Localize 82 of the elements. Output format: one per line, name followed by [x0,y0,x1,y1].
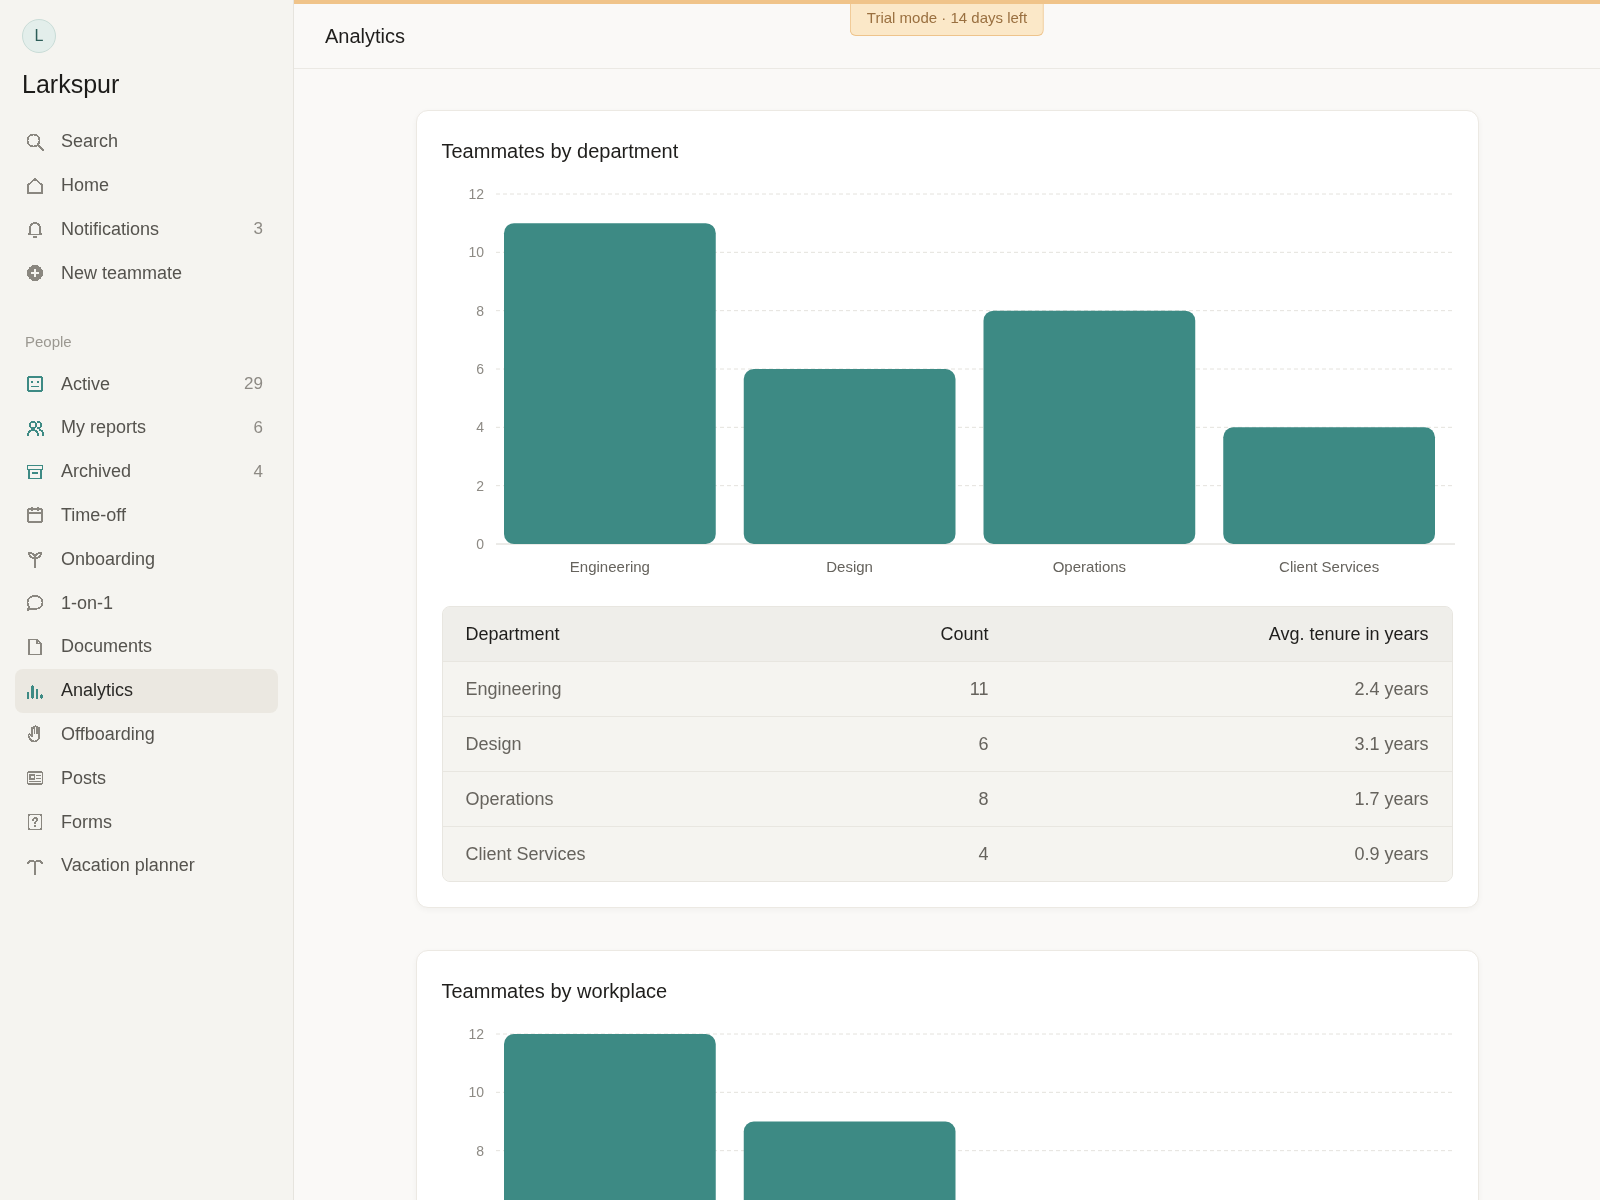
sidebar-item-label: Vacation planner [61,855,196,877]
bell-icon [25,219,45,240]
sidebar-item-label: Forms [61,811,113,833]
sidebar-item[interactable]: Notifications 3 [15,207,278,252]
square-face-icon [25,374,45,395]
table-cell-text: Operations [465,788,555,810]
sidebar-item[interactable]: Onboarding [15,537,278,582]
sidebar-item-label: Home [61,175,110,197]
column-header: Department [465,623,561,645]
page-title: Analytics [325,24,406,48]
table-cell-text: Client Services [465,843,587,865]
table-cell-text: 3.1 years [1353,733,1429,755]
x-axis-label: Operations [1052,558,1126,575]
x-axis-label: Client Services [1278,558,1379,575]
speech-bubble-icon [25,593,45,614]
table-cell-text: 11 [968,678,989,700]
sidebar-item[interactable]: Active 29 [15,362,278,406]
sidebar-item[interactable]: Documents [15,624,278,669]
sidebar-item[interactable]: Vacation planner [15,843,278,888]
sidebar-item-label: Offboarding [61,723,156,745]
document-icon [25,636,45,657]
item-count: 4 [253,461,263,482]
sidebar-item[interactable]: Archived 4 [15,449,278,494]
search-icon [25,131,45,152]
item-count: 6 [253,417,263,438]
sidebar-item[interactable]: Offboarding [15,712,278,757]
sidebar-item-label: Posts [61,767,108,789]
plus-circle-icon [25,263,45,284]
column-header: Avg. tenure in years [1267,623,1429,645]
sidebar-item[interactable]: Search [15,120,278,164]
avatar[interactable]: L [22,19,56,53]
item-count: 3 [253,219,263,240]
card-title: Teammates by department [441,140,680,163]
sidebar-item[interactable]: New teammate [15,251,278,296]
calendar-icon [25,505,45,526]
sidebar-item[interactable]: Forms [15,800,278,844]
workspace-name: Larkspur [22,70,121,99]
sidebar-item-label: Documents [61,636,154,658]
y-tick-label: 6 [475,361,484,377]
sidebar-item-label: Notifications [61,219,161,240]
table-cell-text: 6 [977,733,989,755]
x-axis-label: Engineering [569,558,650,575]
card-title: Teammates by workplace [441,980,669,1003]
item-count: 29 [244,374,263,395]
trial-badge: Trial mode · 14 days left [849,4,1045,36]
sprout-icon [25,549,45,570]
section-label: People [25,333,73,351]
sidebar-item-label: Archived [61,461,133,483]
sidebar-item-label: Time-off [61,504,127,526]
x-axis-label: Design [825,558,873,575]
table-cell-text: 0.9 years [1353,843,1429,865]
sidebar-item[interactable]: Home [15,163,278,208]
sidebar-item-label: 1-on-1 [61,592,115,614]
sidebar-item[interactable]: Analytics [15,668,278,713]
sidebar-item[interactable]: Time-off [15,493,278,538]
y-tick-label: 2 [475,477,484,494]
y-tick-label: 4 [475,419,484,436]
table-cell-text: Design [465,733,523,755]
sidebar-item-label: Active [61,373,112,395]
question-form-icon [25,812,45,833]
table-cell-text: 4 [977,843,989,865]
sidebar-item[interactable]: Posts [15,756,278,801]
table-cell-text: Engineering [465,678,563,700]
table-cell-text: 8 [977,788,989,810]
table-cell-text: 2.4 years [1353,678,1429,700]
home-icon [25,175,45,196]
sidebar-item-label: New teammate [61,262,184,284]
y-tick-label: 12 [467,1026,484,1042]
y-tick-label: 10 [467,244,484,261]
sidebar-item[interactable]: 1-on-1 [15,581,278,625]
table-cell-text: 1.7 years [1353,788,1429,810]
sidebar-item-label: Onboarding [61,548,157,570]
y-tick-label: 12 [467,186,484,202]
sidebar-item[interactable]: My reports 6 [15,406,278,450]
sidebar-item-label: Search [61,131,120,153]
y-tick-label: 8 [475,1142,484,1159]
sidebar-item-label: Analytics [61,680,135,702]
y-tick-label: 0 [475,536,484,552]
column-header: Count [939,623,989,645]
sidebar-item-label: My reports [61,417,148,439]
y-tick-label: 10 [467,1084,484,1101]
y-tick-label: 8 [475,302,484,319]
